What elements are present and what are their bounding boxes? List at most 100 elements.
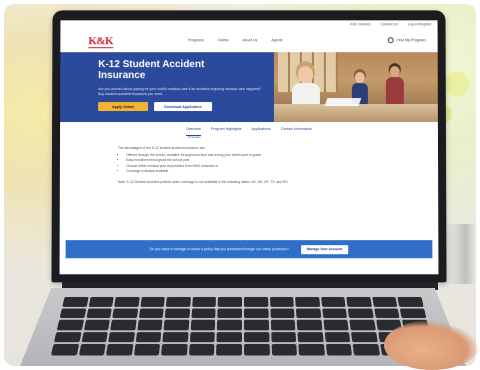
find-my-program-button[interactable]: Find My Program [387,37,426,44]
keyboard-key [189,331,216,343]
nav-agents[interactable]: Agents [271,38,282,42]
keyboard-key [271,344,298,356]
keyboard-key [346,296,372,307]
keyboard-key [188,344,215,356]
keyboard-key [374,308,401,319]
hero-buttons: Apply Online Download Application [98,102,288,112]
keyboard [50,296,436,356]
keyboard-key [400,308,427,319]
hero-text: K-12 Student Accident Insurance Are you w… [98,59,288,112]
keyboard-key [53,331,82,343]
keyboard-key [190,319,216,331]
keyboard-key [164,308,190,319]
nav-claims[interactable]: Claims [218,38,229,42]
keyboard-key [106,344,134,356]
content-note: Note: K-12 Student Accident policies whe… [117,180,288,185]
find-my-program-label: Find My Program [396,38,426,43]
manage-account-banner: Do you need to manage or renew a policy … [65,240,433,259]
keyboard-key [372,296,398,307]
keyboard-key [295,296,320,307]
nav-programs[interactable]: Programs [188,38,204,42]
tab-applications[interactable]: Applications [251,124,270,136]
keyboard-key [191,308,217,319]
list-item: Coverage is always available [126,169,378,174]
keyboard-key [162,331,189,343]
keyboard-key [243,331,270,343]
keyboard-key [270,331,297,343]
utility-bar: K&K Careers Contact Us Log In/Register [350,22,431,26]
keyboard-key [62,296,89,307]
keyboard-key [295,308,322,319]
keyboard-key [321,308,348,319]
web-page: K&K Careers Contact Us Log In/Register K… [59,20,439,275]
keyboard-key [244,344,270,356]
keyboard-key [88,296,114,307]
site-header: K&K Programs Claims About Us Agents Find… [60,30,438,54]
keyboard-key [56,319,84,331]
careers-link[interactable]: K&K Careers [350,22,370,26]
keyboard-key [138,308,164,319]
keyboard-key [135,331,162,343]
download-application-button[interactable]: Download Application [154,102,212,112]
keyboard-key [397,296,424,307]
hero-banner: K-12 Student Accident Insurance Are you w… [60,52,438,123]
active-tab-label: Overview [188,135,201,140]
banner-text: Do you need to manage or renew a policy … [149,247,289,252]
hero-title: K-12 Student Accident Insurance [98,59,205,82]
tab-program-highlights[interactable]: Program Highlights [211,124,242,136]
page-tabs: Overview Program Highlights Applications… [60,124,438,137]
keyboard-key [243,319,269,331]
keyboard-key [108,331,135,343]
keyboard-key [163,319,190,331]
tab-contact-information[interactable]: Contact Information [281,124,312,136]
main-nav: Programs Claims About Us Agents [188,38,282,42]
keyboard-key [296,319,323,331]
kk-logo[interactable]: K&K [88,35,114,49]
manage-account-button[interactable]: Manage Your Account [300,244,349,254]
classroom-photo [273,52,438,123]
keyboard-key [325,344,353,356]
search-icon [387,37,394,44]
laptop-screen: K&K Careers Contact Us Log In/Register K… [51,10,447,283]
keyboard-key [217,308,243,319]
overview-content: The advantages of the K-12 student accid… [118,146,378,185]
keyboard-key [216,331,242,343]
keyboard-key [81,331,108,343]
keyboard-key [349,319,376,331]
lamp-decoration [442,224,476,284]
keyboard-key [133,344,161,356]
keyboard-key [351,331,378,343]
login-link[interactable]: Log In/Register [408,22,432,26]
keyboard-key [348,308,374,319]
keyboard-key [352,344,380,356]
keyboard-key [324,331,351,343]
keyboard-key [298,344,325,356]
keyboard-key [112,308,138,319]
keyboard-key [140,296,166,307]
keyboard-key [269,296,294,307]
keyboard-key [166,296,191,307]
keyboard-key [216,344,242,356]
keyboard-key [50,344,79,356]
hero-description: Are you worried about paying for your ch… [98,87,262,96]
keyboard-key [297,331,324,343]
keyboard-key [243,308,269,319]
keyboard-key [161,344,188,356]
keyboard-key [192,296,217,307]
keyboard-key [270,319,296,331]
hand [384,320,480,370]
keyboard-key [110,319,137,331]
keyboard-key [85,308,112,319]
keyboard-key [217,319,242,331]
keyboard-key [323,319,349,331]
keyboard-key [218,296,243,307]
contact-link[interactable]: Contact Us [381,22,398,26]
keyboard-key [320,296,346,307]
keyboard-key [114,296,140,307]
nav-about-us[interactable]: About Us [243,38,258,42]
keyboard-key [269,308,295,319]
keyboard-key [83,319,111,331]
keyboard-key [137,319,163,331]
content-intro: The advantages of the K-12 student accid… [117,146,206,150]
apply-online-button[interactable]: Apply Online [98,102,149,112]
